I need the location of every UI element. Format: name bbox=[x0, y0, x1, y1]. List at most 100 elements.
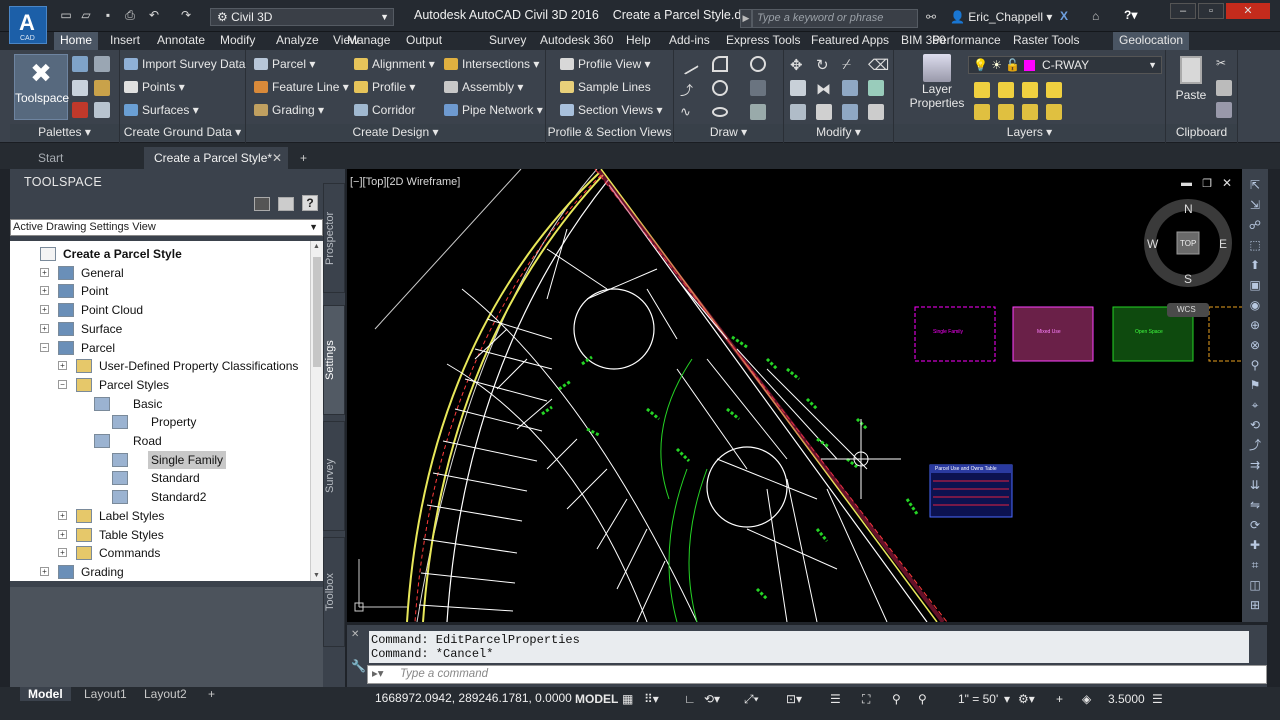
arc-icon[interactable]: ⤴ bbox=[680, 80, 696, 98]
layer-state-icon[interactable]: ◈ bbox=[1082, 692, 1091, 706]
tab-analyze[interactable]: Analyze bbox=[270, 32, 325, 50]
minimize-button[interactable]: – bbox=[1170, 3, 1196, 19]
palettes-title[interactable]: Palettes ▾ bbox=[10, 124, 119, 141]
close-icon[interactable]: ✕ bbox=[272, 147, 282, 169]
undo-icon[interactable]: ↶ bbox=[146, 8, 162, 22]
erase-icon[interactable]: ⌫ bbox=[868, 56, 889, 74]
layer-tool-icon[interactable] bbox=[974, 82, 990, 98]
expand-icon[interactable]: + bbox=[40, 323, 49, 333]
expand-icon[interactable]: + bbox=[40, 267, 49, 277]
design-center-icon[interactable] bbox=[94, 102, 110, 118]
workspace-dropdown[interactable]: ⚙ Civil 3D ▼ bbox=[210, 8, 394, 26]
intersections-button[interactable]: Intersections ▾ bbox=[442, 54, 539, 74]
assembly-button[interactable]: Assembly ▾ bbox=[442, 77, 523, 97]
right-tool-icon[interactable]: ⟲ bbox=[1247, 417, 1263, 433]
rectangle-icon[interactable] bbox=[750, 56, 766, 72]
viewport-controls-label[interactable]: [−][Top][2D Wireframe] bbox=[350, 176, 460, 188]
expand-icon[interactable]: + bbox=[40, 286, 49, 296]
model-space-button[interactable]: MODEL bbox=[575, 692, 618, 706]
layer-tool-icon[interactable] bbox=[998, 104, 1014, 120]
annotation-scale-button[interactable]: 1" = 50' bbox=[958, 692, 998, 706]
redo-icon[interactable]: ↷ bbox=[178, 8, 194, 22]
viewport-restore-icon[interactable]: ❐ bbox=[1202, 177, 1212, 190]
right-tool-icon[interactable]: ⊞ bbox=[1247, 597, 1263, 613]
design-title[interactable]: Create Design ▾ bbox=[246, 124, 545, 141]
layer-tool-icon[interactable] bbox=[1046, 104, 1062, 120]
grid-icon[interactable]: ▦ bbox=[622, 692, 633, 706]
tab-home[interactable]: Home bbox=[54, 32, 99, 50]
expand-icon[interactable]: + bbox=[58, 548, 67, 558]
right-tool-icon[interactable]: ⇋ bbox=[1247, 497, 1263, 513]
tab-modify[interactable]: Modify bbox=[214, 32, 261, 50]
profile-button[interactable]: Profile ▾ bbox=[352, 77, 415, 97]
tab-geolocation[interactable]: Geolocation bbox=[1113, 32, 1190, 50]
wcs-menu[interactable]: WCS bbox=[1177, 305, 1196, 314]
sample-lines-button[interactable]: Sample Lines bbox=[558, 77, 651, 97]
right-tool-icon[interactable]: ⚲ bbox=[1247, 357, 1263, 373]
right-tool-icon[interactable]: ⇲ bbox=[1247, 197, 1263, 213]
draw-title[interactable]: Draw ▾ bbox=[674, 124, 783, 141]
layer-tool-icon[interactable] bbox=[1022, 82, 1038, 98]
compass-south[interactable]: S bbox=[1184, 272, 1192, 286]
tab-help[interactable]: Help bbox=[620, 32, 657, 50]
right-tool-icon[interactable]: ☍ bbox=[1247, 217, 1263, 233]
collapse-icon[interactable]: − bbox=[58, 379, 67, 389]
tree-node[interactable]: Single Family bbox=[10, 450, 310, 469]
tree-scrollbar[interactable]: ▲ ▼ bbox=[310, 241, 323, 581]
tab-settings[interactable]: Settings bbox=[323, 305, 345, 415]
tree-node[interactable]: + Grading bbox=[10, 563, 310, 581]
viewport-close-icon[interactable]: ✕ bbox=[1222, 176, 1232, 190]
grading-button[interactable]: Grading ▾ bbox=[252, 100, 324, 120]
tab-performance[interactable]: Performance bbox=[926, 32, 1007, 50]
stretch-icon[interactable] bbox=[790, 104, 806, 120]
right-tool-icon[interactable]: ⇊ bbox=[1247, 477, 1263, 493]
profile-section-title[interactable]: Profile & Section Views bbox=[546, 124, 673, 141]
layers-title[interactable]: Layers ▾ bbox=[894, 124, 1165, 141]
annotation-icon[interactable]: ⚲ bbox=[892, 692, 901, 706]
binoculars-icon[interactable]: ⚯ bbox=[926, 10, 936, 24]
tree-node[interactable]: − Parcel Styles bbox=[10, 376, 310, 394]
compass-north[interactable]: N bbox=[1184, 202, 1193, 216]
copy-icon[interactable] bbox=[790, 80, 806, 96]
copy-clip-icon[interactable] bbox=[1216, 80, 1232, 96]
customize-icon[interactable]: 🔧 bbox=[351, 659, 366, 673]
tree-node[interactable]: Standard2 bbox=[10, 488, 310, 506]
right-tool-icon[interactable]: ⤴ bbox=[1247, 437, 1263, 453]
tree-node[interactable]: + Label Styles bbox=[10, 507, 310, 525]
pipe-network-button[interactable]: Pipe Network ▾ bbox=[442, 100, 543, 120]
tool-palette-icon[interactable] bbox=[72, 102, 88, 118]
styles-icon[interactable] bbox=[94, 80, 110, 96]
right-tool-icon[interactable]: ⌖ bbox=[1247, 397, 1263, 413]
new-tab-button[interactable]: + bbox=[292, 147, 320, 169]
polyline-icon[interactable] bbox=[712, 56, 728, 72]
tab-create-parcel-style[interactable]: Create a Parcel Style* ✕ bbox=[144, 147, 288, 169]
annotation-value[interactable]: 3.5000 bbox=[1108, 692, 1145, 706]
tab-insert[interactable]: Insert bbox=[104, 32, 146, 50]
snap-icon[interactable]: ⠿▾ bbox=[644, 692, 659, 706]
tree-node[interactable]: + Point bbox=[10, 282, 310, 300]
tab-annotate[interactable]: Annotate bbox=[151, 32, 211, 50]
line-icon[interactable] bbox=[677, 53, 699, 75]
tab-output[interactable]: Output bbox=[400, 32, 448, 50]
chevron-down-icon[interactable]: ▾ bbox=[1004, 692, 1010, 706]
tab-express-tools[interactable]: Express Tools bbox=[720, 32, 806, 50]
match-props-icon[interactable] bbox=[1216, 102, 1232, 118]
layer-properties-button[interactable]: Layer Properties bbox=[904, 54, 970, 110]
tree-node[interactable]: Road bbox=[10, 432, 310, 450]
tree-node[interactable]: − Parcel bbox=[10, 339, 310, 357]
hatch-icon[interactable] bbox=[750, 80, 766, 96]
section-views-button[interactable]: Section Views ▾ bbox=[558, 100, 663, 120]
tab-start[interactable]: Start bbox=[28, 147, 134, 169]
tab-add-ins[interactable]: Add-ins bbox=[663, 32, 716, 50]
right-tool-icon[interactable]: ⚑ bbox=[1247, 377, 1263, 393]
tree-node[interactable]: + Surface bbox=[10, 320, 310, 338]
expand-icon[interactable]: + bbox=[58, 529, 67, 539]
right-tool-icon[interactable]: ◉ bbox=[1247, 297, 1263, 313]
properties-icon[interactable] bbox=[72, 56, 88, 72]
right-tool-icon[interactable]: ▣ bbox=[1247, 277, 1263, 293]
maximize-button[interactable]: ▫ bbox=[1198, 3, 1224, 19]
app-logo[interactable]: A CAD bbox=[9, 6, 47, 44]
plus-icon[interactable]: + bbox=[1056, 692, 1063, 706]
region-icon[interactable] bbox=[750, 104, 766, 120]
expand-icon[interactable]: + bbox=[40, 566, 49, 576]
